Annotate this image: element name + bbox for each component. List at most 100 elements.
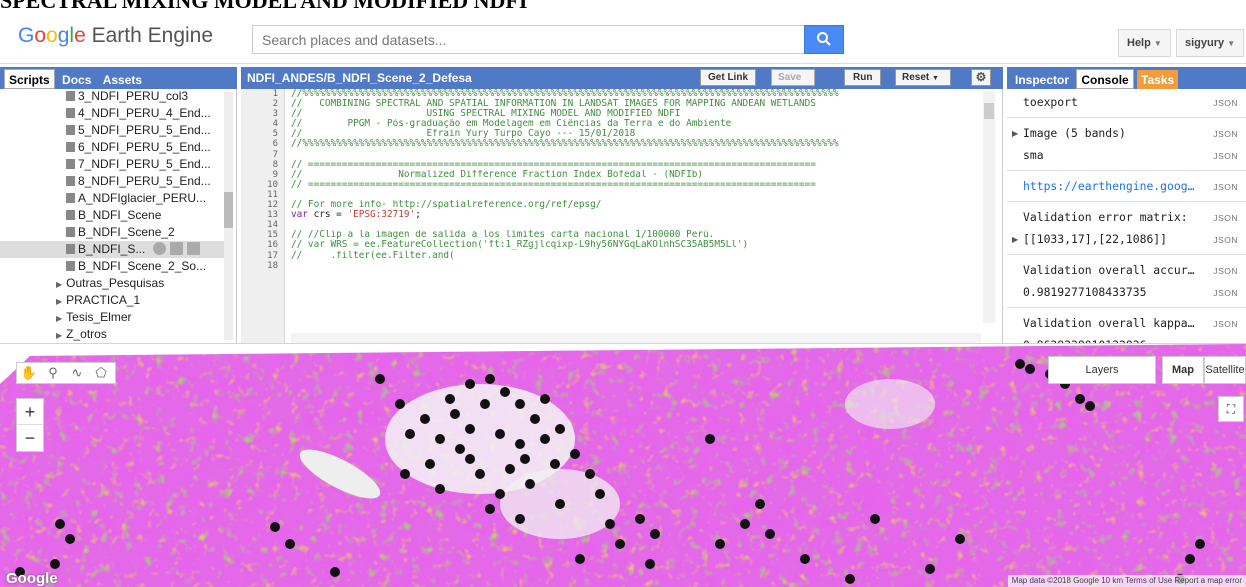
code-line[interactable]: // =====================================… (291, 180, 981, 190)
scrollbar-thumb[interactable] (984, 103, 994, 119)
script-folder[interactable]: ▶ Tesis_Elmer (0, 309, 225, 326)
search-button[interactable] (804, 25, 844, 54)
edit-icon[interactable] (170, 242, 184, 255)
script-folder[interactable]: ▶ PRACTICA_1 (0, 292, 225, 309)
user-label: sigyury (1185, 37, 1225, 49)
console-entry[interactable]: https://earthengine.goog… JSON (1007, 171, 1246, 202)
reset-label: Reset (902, 72, 930, 83)
tab-scripts[interactable]: Scripts (4, 69, 55, 89)
script-label: 5_NDFI_PERU_5_End... (78, 123, 211, 137)
save-button[interactable]: Save ▼ (771, 69, 815, 97)
script-folder[interactable]: ▶ Z_otros (0, 326, 225, 343)
script-file[interactable]: B_NDFI_Scene (0, 207, 225, 224)
run-button[interactable]: Run (844, 69, 882, 86)
tab-docs[interactable]: Docs (58, 70, 95, 90)
expand-caret-icon[interactable]: ▶ (1012, 129, 1018, 138)
zoom-in-button[interactable]: + (17, 399, 43, 425)
code-line[interactable] (291, 261, 981, 271)
code-line[interactable] (291, 220, 981, 230)
scrollbar-thumb[interactable] (224, 192, 233, 228)
script-file[interactable]: 8_NDFI_PERU_5_End... (0, 173, 225, 190)
code-token: var (291, 210, 308, 221)
tab-inspector[interactable]: Inspector (1011, 70, 1073, 90)
gear-icon[interactable]: ⚙ (971, 69, 991, 86)
script-file[interactable]: B_NDFI_S... (0, 241, 225, 258)
code-line[interactable]: var crs = 'EPSG:32719'; (291, 210, 981, 220)
script-file[interactable]: 3_NDFI_PERU_col3 (0, 89, 225, 105)
console-entry[interactable]: Validation overall kappa… 0.9638338010132… (1007, 308, 1246, 343)
code-line[interactable] (291, 150, 981, 160)
fullscreen-icon[interactable]: ⛶ (1218, 396, 1244, 422)
logo-letter: e (74, 24, 86, 47)
logo-letter: G (18, 24, 35, 47)
tab-assets[interactable]: Assets (99, 70, 146, 90)
code-line[interactable]: //%%%%%%%%%%%%%%%%%%%%%%%%%%%%%%%%%%%%%%… (291, 139, 981, 149)
polygon-icon[interactable]: ⬠ (89, 363, 113, 383)
marker-icon[interactable]: ⚲ (41, 363, 65, 383)
scripts-scrollbar[interactable] (224, 92, 233, 340)
code-line[interactable]: // For more info- http://spatialreferenc… (291, 200, 981, 210)
script-label: Tesis_Elmer (66, 310, 132, 324)
json-link[interactable]: JSON (1213, 235, 1238, 245)
code-line[interactable]: // .filter(ee.Filter.and( (291, 251, 981, 261)
json-link[interactable]: JSON (1213, 319, 1238, 329)
zoom-out-button[interactable]: − (17, 425, 43, 451)
expand-caret-icon[interactable]: ▶ (1012, 235, 1018, 244)
json-link[interactable]: JSON (1213, 288, 1238, 298)
user-button[interactable]: sigyury ▼ (1176, 29, 1245, 57)
script-file[interactable]: B_NDFI_Scene_2 (0, 224, 225, 241)
code-area[interactable]: //%%%%%%%%%%%%%%%%%%%%%%%%%%%%%%%%%%%%%%… (291, 89, 981, 271)
delete-icon[interactable] (187, 242, 201, 255)
script-file[interactable]: B_NDFI_Scene_2_So... (0, 258, 225, 275)
help-button[interactable]: Help ▼ (1118, 29, 1171, 57)
editor-scrollbar[interactable] (983, 91, 995, 323)
tab-console[interactable]: Console (1076, 69, 1134, 89)
json-link[interactable]: JSON (1213, 151, 1238, 161)
code-line[interactable]: // COMBINING SPECTRAL AND SPATIAL INFORM… (291, 99, 981, 109)
script-file[interactable]: A_NDFIglacier_PERU... (0, 190, 225, 207)
code-line[interactable]: // PPGM - Pós-graduação em Modelagem em … (291, 119, 981, 129)
line-number: 2 (272, 99, 278, 110)
script-file[interactable]: 6_NDFI_PERU_5_End... (0, 139, 225, 156)
json-link[interactable]: JSON (1213, 266, 1238, 276)
code-line[interactable]: // Normalized Difference Fraction Index … (291, 170, 981, 180)
code-line[interactable]: // //Clip a la imagen de salida a los lí… (291, 230, 981, 240)
code-token: // =====================================… (291, 159, 816, 170)
layers-button[interactable]: Layers (1048, 356, 1156, 384)
json-link[interactable]: JSON (1213, 129, 1238, 139)
code-line[interactable]: //%%%%%%%%%%%%%%%%%%%%%%%%%%%%%%%%%%%%%%… (291, 89, 981, 99)
script-file[interactable]: 4_NDFI_PERU_4_End... (0, 105, 225, 122)
line-number: 11 (267, 189, 278, 200)
earth-engine-logo[interactable]: Google Earth Engine (18, 24, 213, 48)
json-link[interactable]: JSON (1213, 213, 1238, 223)
code-line[interactable]: // Efrain Yury Turpo Cayo --- 15/01/2018 (291, 129, 981, 139)
map-view[interactable]: ✋ ⚲ ∿ ⬠ + − Layers Map Satellite ⛶ Google M… (0, 344, 1246, 587)
line-icon[interactable]: ∿ (65, 363, 89, 383)
json-link[interactable]: JSON (1213, 98, 1238, 108)
code-line[interactable]: // var WRS = ee.FeatureCollection('ft:1_… (291, 240, 981, 250)
code-line[interactable] (291, 190, 981, 200)
script-file[interactable]: 7_NDFI_PERU_5_End... (0, 156, 225, 173)
history-icon[interactable] (153, 242, 167, 255)
code-token: 'EPSG:32719' (347, 210, 416, 221)
map-drawing-tools: ✋ ⚲ ∿ ⬠ (16, 362, 116, 384)
code-line[interactable]: // =====================================… (291, 160, 981, 170)
editor-horizontal-scrollbar[interactable] (291, 333, 981, 343)
search-input[interactable]: Search places and datasets... (252, 25, 804, 54)
script-file[interactable]: 5_NDFI_PERU_5_End... (0, 122, 225, 139)
console-entry[interactable]: Validation error matrix: [[1033,17],[22,1… (1007, 202, 1246, 255)
console-entry[interactable]: Image (5 bands) sma ▶ JSON JSON (1007, 118, 1246, 171)
code-line[interactable]: // USING SPECTRAL MIXING MODEL AND MODIF… (291, 109, 981, 119)
map-type-button[interactable]: Map (1162, 356, 1204, 384)
get-link-button[interactable]: Get Link (700, 69, 757, 86)
console-entry[interactable]: Validation overall accur… 0.9819277108433… (1007, 255, 1246, 308)
code-editor[interactable]: 1 2 3 4 5 6 7 8 9 10 11 12 13 14 15 16 17 18 //%%%%%%%%%%… (241, 89, 1003, 343)
tab-tasks[interactable]: Tasks (1137, 70, 1179, 90)
console-entry[interactable]: toexport JSON (1007, 89, 1246, 118)
satellite-type-button[interactable]: Satellite (1204, 356, 1246, 384)
reset-button[interactable]: Reset ▼ (895, 69, 951, 86)
script-folder[interactable]: ▶ Outras_Pesquisas (0, 275, 225, 292)
json-link[interactable]: JSON (1213, 182, 1238, 192)
map-footer[interactable]: Map data ©2018 Google 10 km Terms of Use… (1007, 575, 1246, 587)
hand-icon[interactable]: ✋ (17, 363, 41, 383)
